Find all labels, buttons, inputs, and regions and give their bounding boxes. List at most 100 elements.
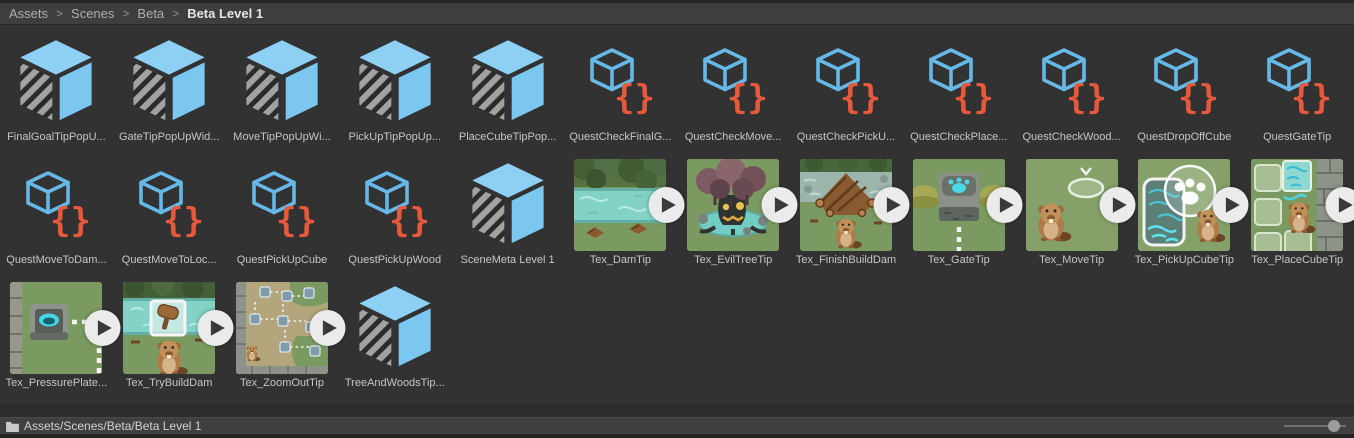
asset-label: Tex_EvilTreeTip — [694, 254, 773, 266]
braces-glyph: {} — [276, 201, 317, 241]
chevron-right-icon: > — [56, 6, 64, 20]
prefab-cube-icon — [133, 40, 205, 121]
braces-glyph: {} — [1291, 78, 1332, 118]
play-button-icon[interactable] — [873, 187, 910, 224]
window-bottom-edge — [0, 434, 1354, 438]
asset-label: PickUpTipPopUp... — [348, 131, 442, 143]
grid-bottom-gap — [0, 404, 1354, 417]
scriptable-object-icon: {} — [816, 48, 881, 118]
breadcrumb-current-folder[interactable]: Beta Level 1 — [187, 6, 263, 21]
asset-item-questcheckpicku[interactable]: {} QuestCheckPickU... — [790, 30, 903, 153]
asset-label: PlaceCubeTipPop... — [458, 131, 557, 143]
asset-item-tex-zoomouttip[interactable]: Tex_ZoomOutTip — [226, 276, 346, 399]
asset-item-tex-eviltreetip[interactable]: Tex_EvilTreeTip — [677, 153, 798, 276]
asset-item-tex-trybuilddam[interactable]: Tex_TryBuildDam — [113, 276, 234, 399]
asset-label: Tex_PressurePlate... — [5, 377, 108, 389]
asset-item-questgatetip[interactable]: {} QuestGateTip — [1241, 30, 1354, 153]
braces-glyph: {} — [389, 201, 430, 241]
asset-label: SceneMeta Level 1 — [460, 254, 555, 266]
asset-item-questcheckfinalg[interactable]: {} QuestCheckFinalG... — [564, 30, 677, 153]
play-button-icon[interactable] — [309, 310, 346, 347]
scriptable-object-icon: {} — [139, 171, 204, 241]
asset-label: QuestCheckPlace... — [910, 131, 1008, 143]
asset-item-questmovetodam[interactable]: {} QuestMoveToDam... — [0, 153, 113, 276]
play-button-icon[interactable] — [1212, 187, 1249, 224]
asset-item-questcheckmove[interactable]: {} QuestCheckMove... — [677, 30, 790, 153]
asset-item-finalgoaltippopu[interactable]: FinalGoalTipPopU... — [0, 30, 113, 153]
asset-item-treeandwoodstip[interactable]: TreeAndWoodsTip... — [338, 276, 451, 399]
asset-label: Tex_MoveTip — [1039, 254, 1105, 266]
asset-item-pickuptippopup[interactable]: PickUpTipPopUp... — [338, 30, 451, 153]
play-button-icon[interactable] — [648, 187, 685, 224]
asset-item-questmovetoloc[interactable]: {} QuestMoveToLoc... — [113, 153, 226, 276]
asset-label: Tex_PickUpCubeTip — [1134, 254, 1234, 266]
scriptable-object-icon: {} — [364, 171, 430, 241]
braces-glyph: {} — [840, 78, 881, 118]
play-button-icon[interactable] — [1325, 187, 1354, 224]
asset-label: QuestMoveToLoc... — [121, 254, 217, 266]
asset-grid-row: {} QuestMoveToDam... {} QuestMoveToLoc..… — [0, 153, 1354, 276]
asset-label: TreeAndWoodsTip... — [344, 377, 445, 389]
asset-label: QuestMoveToDam... — [6, 254, 107, 266]
asset-label: Tex_ZoomOutTip — [240, 377, 324, 389]
asset-grid: FinalGoalTipPopU... GateTipPopUpWid... M… — [0, 25, 1354, 399]
play-button-icon[interactable] — [197, 310, 234, 347]
prefab-cube-icon — [359, 40, 431, 121]
asset-label: QuestPickUpWood — [348, 254, 442, 266]
scriptable-object-icon: {} — [590, 48, 655, 118]
asset-item-tex-gatetip[interactable]: Tex_GateTip — [902, 153, 1023, 276]
play-button-icon[interactable] — [84, 310, 121, 347]
prefab-cube-icon — [471, 40, 544, 121]
scriptable-object-icon: {} — [1041, 48, 1107, 118]
chevron-right-icon: > — [172, 6, 180, 20]
zoom-slider-knob[interactable] — [1328, 420, 1340, 432]
asset-item-tex-damtip[interactable]: Tex_DamTip — [564, 153, 685, 276]
prefab-cube-icon — [471, 163, 544, 244]
braces-glyph: {} — [163, 201, 204, 241]
asset-item-questpickupwood[interactable]: {} QuestPickUpWood — [338, 153, 451, 276]
braces-glyph: {} — [614, 78, 655, 118]
breadcrumb-beta[interactable]: Beta — [137, 6, 164, 21]
asset-item-scenemeta-level-1[interactable]: SceneMeta Level 1 — [451, 153, 564, 276]
play-button-icon[interactable] — [986, 187, 1023, 224]
asset-label: Tex_PlaceCubeTip — [1251, 254, 1344, 266]
braces-glyph: {} — [50, 201, 91, 241]
asset-label: QuestGateTip — [1263, 131, 1332, 143]
zoom-slider[interactable] — [1284, 420, 1346, 432]
asset-label: QuestDropOffCube — [1137, 131, 1232, 143]
asset-item-tex-pressureplate[interactable]: Tex_PressurePlate... — [0, 276, 121, 399]
prefab-cube-icon — [246, 40, 318, 121]
asset-item-questdropoffcube[interactable]: {} QuestDropOffCube — [1128, 30, 1241, 153]
asset-item-questpickupcube[interactable]: {} QuestPickUpCube — [226, 153, 339, 276]
braces-glyph: {} — [1178, 78, 1219, 118]
status-bar: Assets/Scenes/Beta/Beta Level 1 — [0, 417, 1354, 434]
asset-label: MoveTipPopUpWi... — [233, 131, 331, 143]
asset-item-movetippopupwi[interactable]: MoveTipPopUpWi... — [226, 30, 339, 153]
asset-label: Tex_FinishBuildDam — [795, 254, 897, 266]
play-button-icon[interactable] — [761, 187, 798, 224]
prefab-cube-icon — [359, 286, 431, 367]
play-button-icon[interactable] — [1099, 187, 1136, 224]
breadcrumb-assets[interactable]: Assets — [9, 6, 48, 21]
scriptable-object-icon: {} — [252, 171, 317, 241]
selected-asset-path: Assets/Scenes/Beta/Beta Level 1 — [24, 419, 202, 433]
asset-item-tex-placecubetip[interactable]: Tex_PlaceCubeTip — [1241, 153, 1354, 276]
asset-label: QuestCheckFinalG... — [569, 131, 672, 143]
folder-icon — [6, 421, 19, 432]
asset-label: Tex_DamTip — [589, 254, 652, 266]
scriptable-object-icon: {} — [928, 48, 994, 118]
braces-glyph: {} — [1066, 78, 1107, 118]
asset-item-questcheckwood[interactable]: {} QuestCheckWood... — [1015, 30, 1128, 153]
scriptable-object-icon: {} — [1154, 48, 1219, 118]
asset-item-gatetippopupwid[interactable]: GateTipPopUpWid... — [113, 30, 226, 153]
breadcrumb-scenes[interactable]: Scenes — [71, 6, 114, 21]
asset-grid-row: Tex_PressurePlate... Tex_TryBuildDam Tex… — [0, 276, 1354, 399]
asset-label: FinalGoalTipPopU... — [7, 131, 106, 143]
asset-item-tex-pickupcubetip[interactable]: Tex_PickUpCubeTip — [1128, 153, 1249, 276]
braces-glyph: {} — [727, 78, 768, 118]
asset-item-questcheckplace[interactable]: {} QuestCheckPlace... — [902, 30, 1015, 153]
asset-item-placecubetippop[interactable]: PlaceCubeTipPop... — [451, 30, 564, 153]
asset-item-tex-movetip[interactable]: Tex_MoveTip — [1015, 153, 1136, 276]
scriptable-object-icon: {} — [703, 48, 768, 118]
asset-item-tex-finishbuilddam[interactable]: Tex_FinishBuildDam — [790, 153, 910, 276]
